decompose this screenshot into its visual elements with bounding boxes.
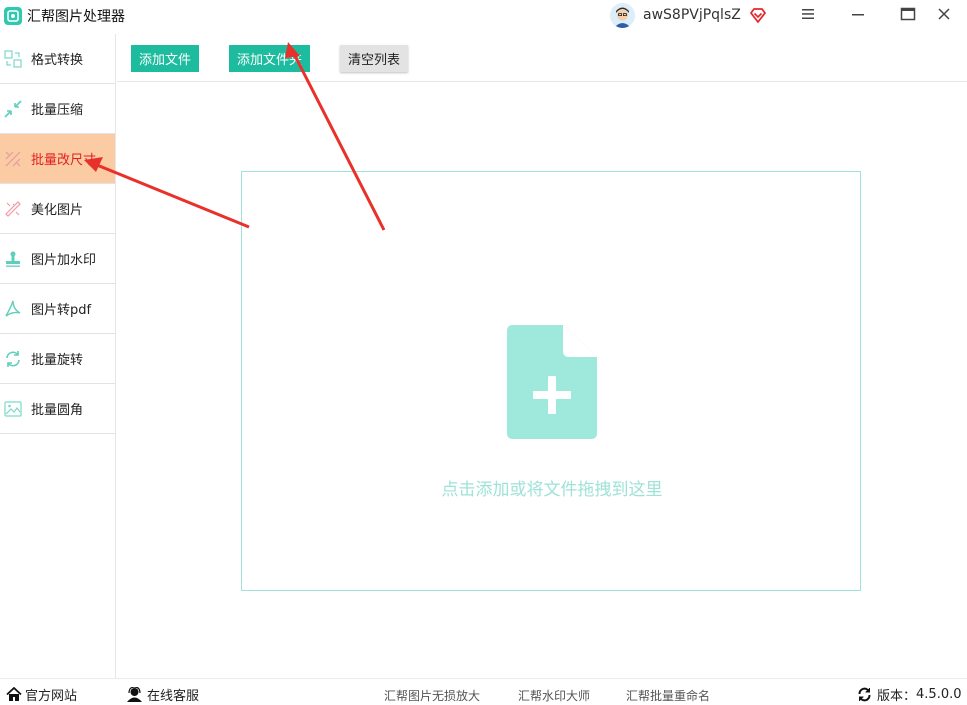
version-label: 版本： [877, 689, 917, 704]
add-file-icon [507, 325, 597, 443]
footer-link-watermark-master[interactable]: 汇帮水印大师 [518, 687, 590, 704]
sidebar-item-beautify[interactable]: 美化图片 [0, 184, 115, 234]
menu-icon[interactable] [785, 0, 831, 28]
user-area[interactable]: awS8PVjPqlsZ [610, 1, 767, 29]
sidebar-item-batch-resize[interactable]: 批量改尺寸 [0, 134, 115, 184]
add-file-button[interactable]: 添加文件 [131, 45, 200, 72]
app-logo-icon [4, 7, 22, 25]
compress-icon [3, 99, 23, 119]
pdf-icon [3, 299, 23, 319]
official-website-label: 官方网站 [25, 689, 78, 704]
title-bar: 汇帮图片处理器 awS8PVjPqlsZ [0, 0, 967, 32]
sidebar-item-label: 图片转pdf [31, 303, 92, 318]
username: awS8PVjPqlsZ [643, 7, 741, 23]
resize-icon [3, 149, 23, 169]
sidebar-item-label: 批量圆角 [31, 403, 84, 418]
sidebar-item-batch-compress[interactable]: 批量压缩 [0, 84, 115, 134]
clear-list-button[interactable]: 清空列表 [340, 45, 409, 72]
sidebar-item-label: 格式转换 [31, 53, 84, 68]
version-number: 4.5.0.0 [916, 687, 962, 702]
minimize-icon[interactable] [835, 0, 881, 28]
official-website-link[interactable]: 官方网站 [6, 685, 77, 704]
sidebar-item-format-convert[interactable]: 格式转换 [0, 34, 115, 84]
toolbar: 添加文件 添加文件夹 清空列表 [117, 34, 967, 82]
version-info[interactable]: 版本： 4.5.0.0 [857, 685, 962, 704]
refresh-icon [857, 687, 872, 702]
online-support-label: 在线客服 [147, 689, 200, 704]
add-folder-button[interactable]: 添加文件夹 [229, 45, 311, 72]
rounded-corner-icon [3, 399, 23, 419]
sidebar-item-label: 美化图片 [31, 203, 84, 218]
sidebar-item-label: 图片加水印 [31, 253, 97, 268]
sidebar-item-watermark[interactable]: 图片加水印 [0, 234, 115, 284]
close-icon[interactable] [921, 0, 967, 28]
sidebar-item-label: 批量旋转 [31, 353, 84, 368]
footer: 官方网站 在线客服 汇帮图片无损放大 汇帮水印大师 汇帮批量重命名 版本： 4.… [0, 678, 967, 705]
footer-link-batch-rename[interactable]: 汇帮批量重命名 [626, 687, 710, 704]
vip-icon[interactable] [749, 6, 767, 24]
avatar[interactable] [610, 2, 635, 28]
beautify-icon [3, 199, 23, 219]
online-support-link[interactable]: 在线客服 [126, 685, 199, 704]
customer-service-icon [126, 687, 143, 702]
home-icon [6, 687, 22, 702]
sidebar-item-label: 批量压缩 [31, 103, 84, 118]
drop-hint-text: 点击添加或将文件拖拽到这里 [441, 480, 663, 500]
convert-icon [3, 49, 23, 69]
file-drop-zone[interactable]: 点击添加或将文件拖拽到这里 [241, 171, 861, 591]
rotate-icon [3, 349, 23, 369]
sidebar-item-image-to-pdf[interactable]: 图片转pdf [0, 284, 115, 334]
sidebar-item-batch-round-corner[interactable]: 批量圆角 [0, 384, 115, 434]
sidebar-item-label: 批量改尺寸 [31, 153, 97, 168]
sidebar: 格式转换 批量压缩 批量改尺寸 美化图片 图片加水印 图片转pdf 批量旋转 批… [0, 34, 116, 678]
footer-link-lossless-upscale[interactable]: 汇帮图片无损放大 [384, 687, 480, 704]
watermark-icon [3, 249, 23, 269]
app-title: 汇帮图片处理器 [27, 9, 125, 25]
sidebar-item-batch-rotate[interactable]: 批量旋转 [0, 334, 115, 384]
